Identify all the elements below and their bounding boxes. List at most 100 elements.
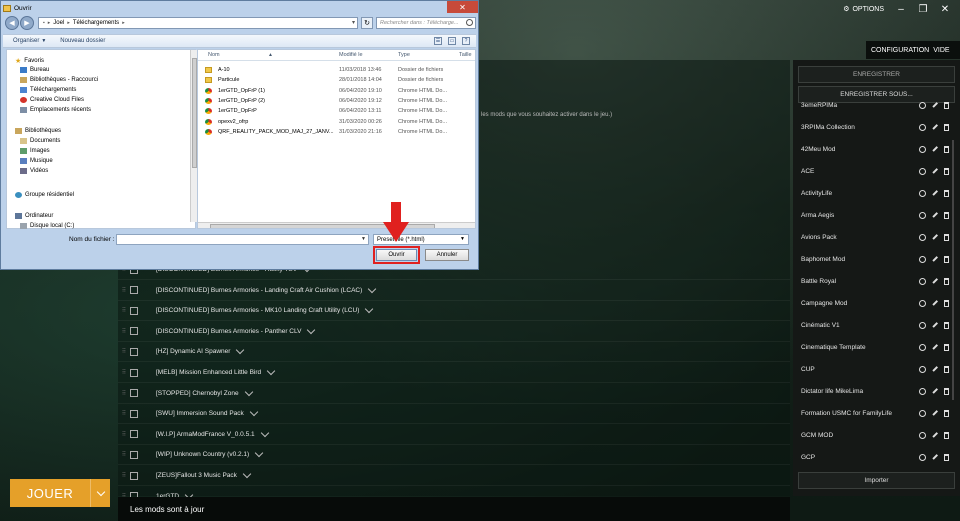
edit-icon[interactable] [932,300,938,306]
nav-recent[interactable]: Emplacements récents [20,107,91,113]
edit-icon[interactable] [932,124,938,130]
file-row[interactable]: 1erGTD_OpFrP 06/04/2020 13:11 Chrome HTML … [198,107,475,117]
trash-icon[interactable] [944,321,949,329]
nav-desktop[interactable]: Bureau [20,67,49,73]
trash-icon[interactable] [944,167,949,175]
load-preset-icon[interactable] [919,321,926,329]
preset-item[interactable]: Dictator life MikeLima [801,380,955,402]
load-preset-icon[interactable] [919,189,926,197]
drag-handle-icon[interactable]: ⠿ [118,369,130,376]
trash-icon[interactable] [944,255,949,263]
mod-row[interactable]: ⠿ [ZEUS]Fallout 3 Music Pack [118,466,790,486]
edit-icon[interactable] [932,410,938,416]
chevron-down-icon[interactable] [307,325,316,335]
mod-row[interactable]: ⠿ [MELB] Mission Enhanced Little Bird [118,363,790,383]
column-size[interactable]: Taille [459,52,472,58]
nav-homegroup[interactable]: Groupe résidentiel [15,192,74,198]
file-list-scrollbar[interactable] [198,222,475,228]
minimize-icon[interactable]: – [896,4,906,15]
edit-icon[interactable] [932,234,938,240]
edit-icon[interactable] [932,146,938,152]
edit-icon[interactable] [932,454,938,460]
load-preset-icon[interactable] [919,123,926,131]
presets-scrollbar[interactable] [952,140,954,400]
trash-icon[interactable] [944,123,949,131]
nav-scrollbar[interactable] [190,50,197,222]
drag-handle-icon[interactable]: ⠿ [118,307,130,314]
file-row[interactable]: 1erGTD_OpFrP (2) 06/04/2020 19:12 Chrome H… [198,97,475,107]
view-mode-icon[interactable]: ☰ [434,37,442,45]
edit-icon[interactable] [932,212,938,218]
file-row[interactable]: A-10 11/03/2018 13:46 Dossier de fichiers [198,66,475,76]
new-folder-button[interactable]: Nouveau dossier [60,38,105,44]
chevron-down-icon[interactable] [236,346,245,355]
trash-icon[interactable] [944,233,949,241]
load-preset-icon[interactable] [919,167,926,175]
edit-icon[interactable] [932,278,938,284]
nav-videos[interactable]: Vidéos [20,168,48,174]
load-preset-icon[interactable] [919,277,926,285]
nav-music[interactable]: Musique [20,158,53,164]
trash-icon[interactable] [944,145,949,153]
trash-icon[interactable] [944,101,949,109]
nav-libraries[interactable]: Bibliothèques [15,128,61,134]
mod-checkbox[interactable] [130,347,138,356]
edit-icon[interactable] [932,322,938,328]
mod-row[interactable]: ⠿ [DISCONTINUED] Burnes Armories - MK10 L… [118,301,790,322]
preset-item[interactable]: GCP [801,446,955,468]
file-row[interactable]: Particule 28/01/2018 14:04 Dossier de fich… [198,76,475,86]
refresh-icon[interactable]: ↻ [361,17,373,29]
preset-item[interactable]: Campagne Mod [801,292,955,314]
load-preset-icon[interactable] [919,211,926,219]
drag-handle-icon[interactable]: ⠿ [118,472,130,479]
chevron-down-icon[interactable] [242,469,252,479]
mod-row[interactable]: ⠿ [DISCONTINUED] Burnes Armories - Landin… [118,281,790,301]
preset-item[interactable]: Formation USMC for FamilyLife [801,402,955,424]
mod-checkbox[interactable] [130,286,138,295]
trash-icon[interactable] [944,409,949,417]
save-button[interactable]: ENREGISTRER [798,66,955,83]
preset-item[interactable]: Arma Aegis [801,204,955,226]
close-icon[interactable]: ✕ [940,4,950,15]
chevron-down-icon[interactable] [260,428,269,438]
preset-item[interactable]: Cinematique Template [801,336,955,358]
drag-handle-icon[interactable]: ⠿ [118,410,130,417]
preset-item[interactable]: Battle Royal [801,270,955,292]
nav-favorites[interactable]: ★ Favoris [15,57,44,65]
file-row[interactable]: QRF_REALITY_PACK_MOD_MAJ_27_JANV... 31/03… [198,128,475,138]
trash-icon[interactable] [944,453,949,461]
import-button[interactable]: Importer [798,472,955,489]
address-bar[interactable]: ▪ ▸ Joel ▸ Téléchargements ▸ ▾ [38,17,358,29]
mod-row[interactable]: ⠿ [DISCONTINUED] Burnes Armories - Panthe… [118,322,790,342]
organize-button[interactable]: Organiser ▼ [13,38,46,44]
chevron-down-icon[interactable] [368,284,377,293]
load-preset-icon[interactable] [919,343,926,351]
preset-item[interactable]: ACE [801,160,955,182]
file-row[interactable]: opexv2_ofrp 31/03/2020 00:26 Chrome HTML D… [198,118,475,128]
help-icon[interactable]: ? [462,37,470,45]
chevron-down-icon[interactable]: ▼ [361,236,366,242]
trash-icon[interactable] [944,387,949,395]
mod-checkbox[interactable] [130,389,138,398]
load-preset-icon[interactable] [919,299,926,307]
chevron-down-icon[interactable] [365,304,374,314]
preset-item[interactable]: 3emeRPIMa [801,94,955,116]
mod-checkbox[interactable] [130,327,138,336]
breadcrumb-user[interactable]: Joel [53,20,64,26]
drag-handle-icon[interactable]: ⠿ [118,348,130,355]
load-preset-icon[interactable] [919,453,926,461]
preset-item[interactable]: GCM MOD [801,424,955,446]
trash-icon[interactable] [944,189,949,197]
open-button[interactable]: Ouvrir [373,246,420,264]
nav-images[interactable]: Images [20,148,50,154]
search-input[interactable]: Rechercher dans : Télécharge... [376,17,476,29]
chevron-down-icon[interactable] [254,449,264,458]
trash-icon[interactable] [944,211,949,219]
edit-icon[interactable] [932,432,938,438]
preset-item[interactable]: CUP [801,358,955,380]
preset-item[interactable]: ActivityLife [801,182,955,204]
drag-handle-icon[interactable]: ⠿ [118,431,130,438]
nav-creative-cloud[interactable]: Creative Cloud Files [20,97,84,103]
cancel-button[interactable]: Annuler [425,249,469,261]
file-row[interactable]: 1erGTD_OpFrP (1) 06/04/2020 19:10 Chrome H… [198,87,475,97]
